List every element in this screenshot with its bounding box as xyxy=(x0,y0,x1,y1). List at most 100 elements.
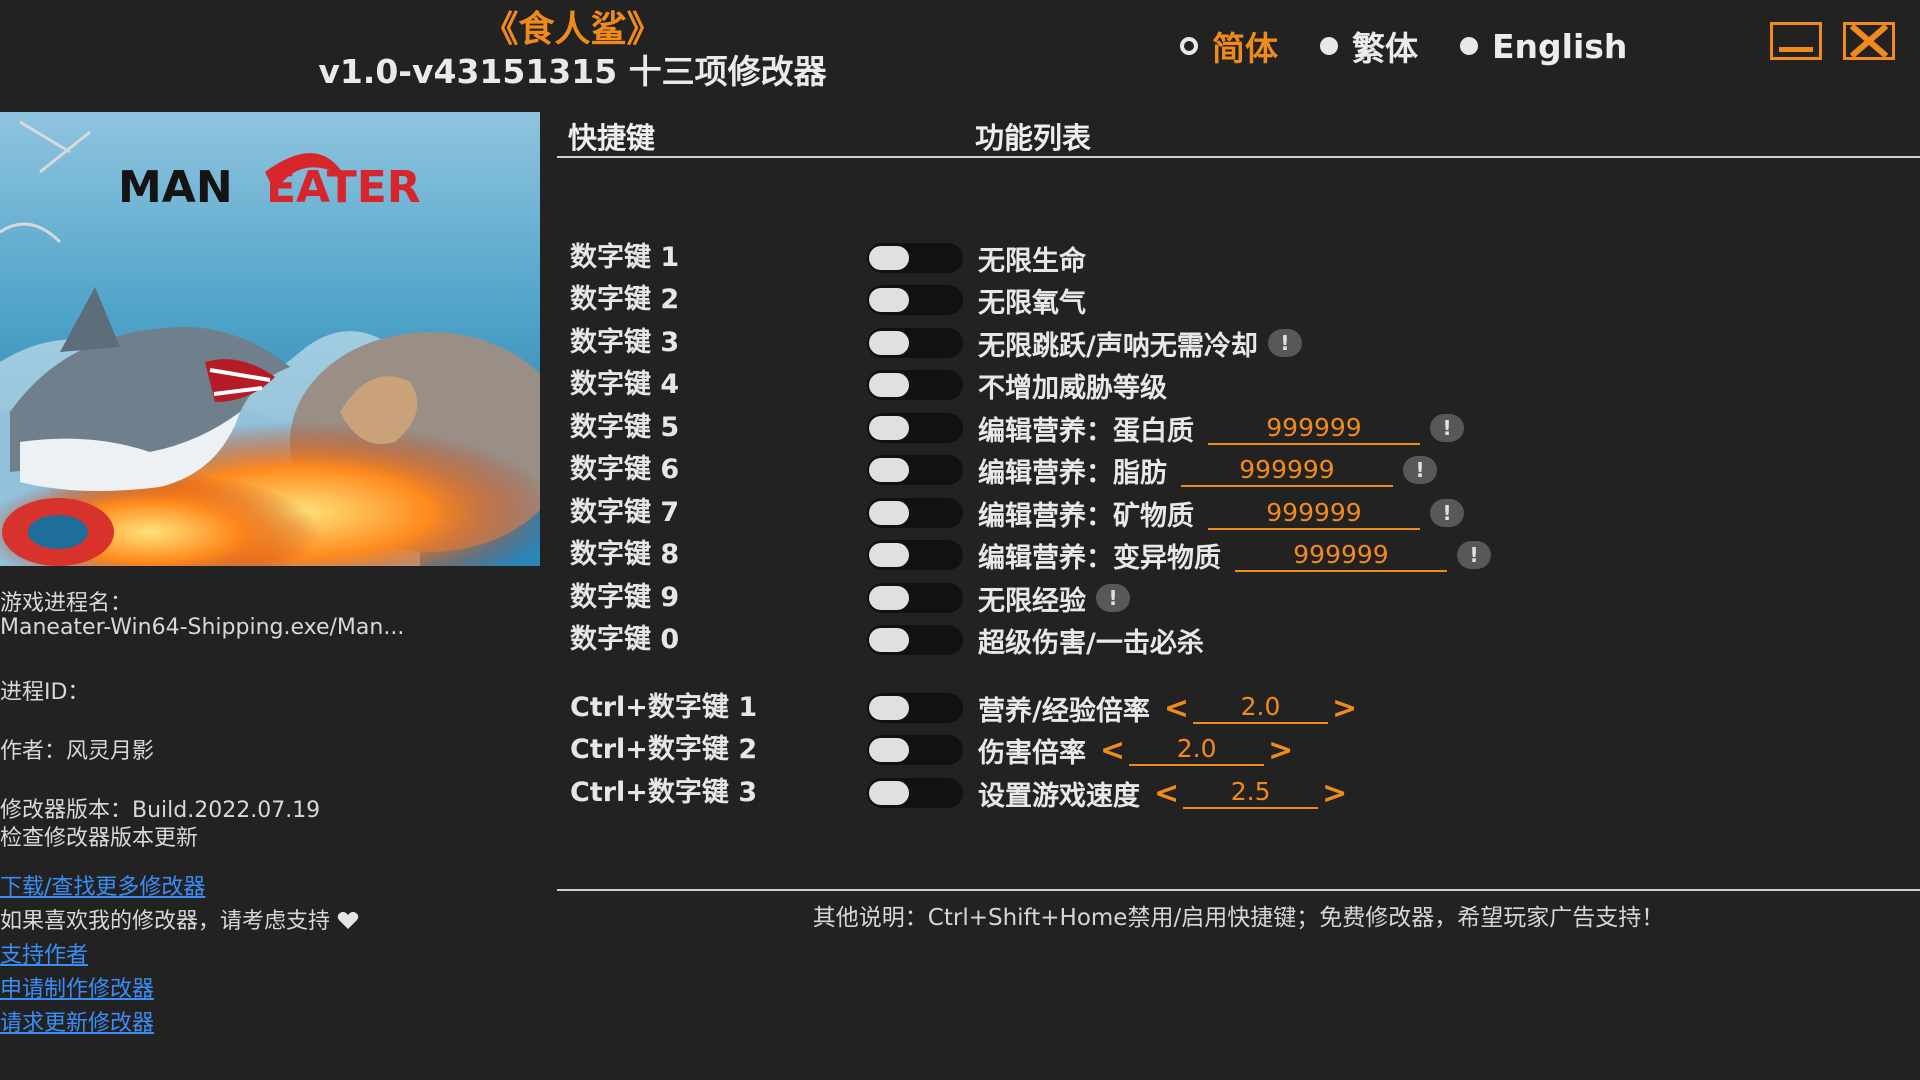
option-row: 数字键 5 编辑营养：蛋白质 ! xyxy=(570,409,1870,447)
stepper-value[interactable]: 2.5 xyxy=(1183,777,1319,809)
option-row: 数字键 7 编辑营养：矿物质 ! xyxy=(570,494,1870,532)
toggle-switch[interactable] xyxy=(867,413,963,443)
toggle-switch[interactable] xyxy=(867,243,963,273)
toggle-switch[interactable] xyxy=(867,540,963,570)
lang-option-english[interactable]: English xyxy=(1460,27,1627,66)
game-cover-image: MAN EATER xyxy=(0,112,540,566)
function-label: 无限氧气 xyxy=(978,287,1086,319)
trainer-version: v1.0-v43151315 十三项修改器 xyxy=(318,52,827,91)
request-update-link[interactable]: 请求更新修改器 xyxy=(0,1005,154,1037)
lang-option-traditional[interactable]: 繁体 xyxy=(1320,22,1418,70)
value-input[interactable] xyxy=(1181,453,1393,487)
option-row: Ctrl+数字键 1 营养/经验倍率 < 2.0 > xyxy=(570,689,1870,727)
lang-label: 简体 xyxy=(1212,29,1278,68)
hotkey-label: 数字键 0 xyxy=(570,624,680,655)
function-label: 无限生命 xyxy=(978,245,1086,277)
game-title: 《食人鲨》 xyxy=(482,9,663,50)
lang-label: 繁体 xyxy=(1352,29,1418,68)
function-label: 无限经验 xyxy=(978,585,1086,617)
toggle-switch[interactable] xyxy=(867,370,963,400)
warning-icon[interactable]: ! xyxy=(1430,414,1464,442)
hotkey-label: 数字键 4 xyxy=(570,369,680,400)
hotkey-column-header: 快捷键 xyxy=(568,121,656,155)
toggle-switch[interactable] xyxy=(867,498,963,528)
hotkey-label: 数字键 5 xyxy=(570,412,680,443)
hotkey-label: 数字键 2 xyxy=(570,284,680,315)
toggle-switch[interactable] xyxy=(867,625,963,655)
toggle-switch[interactable] xyxy=(867,693,963,723)
support-author-link[interactable]: 支持作者 xyxy=(0,937,88,969)
function-label: 编辑营养：变异物质 xyxy=(978,542,1221,574)
warning-icon[interactable]: ! xyxy=(1096,584,1130,612)
option-row: 数字键 2 无限氧气 xyxy=(570,281,1870,319)
hotkey-label: 数字键 1 xyxy=(570,242,680,273)
warning-icon[interactable]: ! xyxy=(1457,541,1491,569)
decrease-arrow-button[interactable]: < xyxy=(1100,733,1125,768)
option-row: 数字键 8 编辑营养：变异物质 ! xyxy=(570,536,1870,574)
minimize-button[interactable] xyxy=(1770,22,1822,60)
process-id-label: 进程ID： xyxy=(0,680,90,705)
author-text: 作者：风灵月影 xyxy=(0,739,155,764)
toggle-switch[interactable] xyxy=(867,583,963,613)
increase-arrow-button[interactable]: > xyxy=(1322,776,1347,811)
hotkey-label: Ctrl+数字键 3 xyxy=(570,777,758,808)
stepper-value[interactable]: 2.0 xyxy=(1193,692,1329,724)
hotkey-label: Ctrl+数字键 2 xyxy=(570,734,758,765)
radio-icon xyxy=(1180,37,1198,55)
option-row: 数字键 4 不增加威胁等级 xyxy=(570,366,1870,404)
toggle-switch[interactable] xyxy=(867,328,963,358)
support-prompt-text: 如果喜欢我的修改器，请考虑支持 xyxy=(0,909,331,934)
hotkey-label: 数字键 7 xyxy=(570,497,680,528)
support-prompt: 如果喜欢我的修改器，请考虑支持 xyxy=(0,903,359,935)
process-name-value: Maneater-Win64-Shipping.exe/Man... xyxy=(0,615,405,640)
decrease-arrow-button[interactable]: < xyxy=(1164,691,1189,726)
header-divider xyxy=(557,156,1920,158)
function-label: 不增加威胁等级 xyxy=(978,372,1167,404)
footer-note: 其他说明：Ctrl+Shift+Home禁用/启用快捷键；免费修改器，希望玩家广… xyxy=(812,905,1665,931)
hotkey-label: 数字键 8 xyxy=(570,539,680,570)
hotkey-label: 数字键 3 xyxy=(570,327,680,358)
function-label: 编辑营养：矿物质 xyxy=(978,500,1194,532)
warning-icon[interactable]: ! xyxy=(1430,499,1464,527)
footer-divider xyxy=(557,889,1920,891)
radio-icon xyxy=(1320,37,1338,55)
function-label: 无限跳跃/声呐无需冷却 xyxy=(978,330,1258,362)
heart-icon xyxy=(337,911,359,929)
toggle-switch[interactable] xyxy=(867,455,963,485)
hotkey-label: 数字键 6 xyxy=(570,454,680,485)
function-column-header: 功能列表 xyxy=(975,121,1092,155)
toggle-switch[interactable] xyxy=(867,285,963,315)
value-input[interactable] xyxy=(1208,496,1420,530)
function-label: 编辑营养：脂肪 xyxy=(978,457,1167,489)
function-label: 营养/经验倍率 xyxy=(978,695,1150,727)
option-row: 数字键 1 无限生命 xyxy=(570,239,1870,277)
stepper-value[interactable]: 2.0 xyxy=(1129,734,1265,766)
radio-icon xyxy=(1460,37,1478,55)
function-label: 伤害倍率 xyxy=(978,737,1086,769)
value-input[interactable] xyxy=(1235,538,1447,572)
function-label: 超级伤害/一击必杀 xyxy=(978,627,1204,659)
lang-label: English xyxy=(1492,26,1628,66)
language-selector: 简体 繁体 English xyxy=(1180,22,1669,70)
process-name-label: 游戏进程名： xyxy=(0,591,133,616)
warning-icon[interactable]: ! xyxy=(1403,456,1437,484)
increase-arrow-button[interactable]: > xyxy=(1332,691,1357,726)
option-row: Ctrl+数字键 2 伤害倍率 < 2.0 > xyxy=(570,731,1870,769)
value-input[interactable] xyxy=(1208,411,1420,445)
hotkey-label: 数字键 9 xyxy=(570,582,680,613)
request-make-link[interactable]: 申请制作修改器 xyxy=(0,971,154,1003)
option-row: Ctrl+数字键 3 设置游戏速度 < 2.5 > xyxy=(570,774,1870,812)
increase-arrow-button[interactable]: > xyxy=(1268,733,1293,768)
toggle-switch[interactable] xyxy=(867,778,963,808)
warning-icon[interactable]: ! xyxy=(1267,329,1302,357)
download-more-link[interactable]: 下载/查找更多修改器 xyxy=(0,869,205,901)
lang-option-simplified[interactable]: 简体 xyxy=(1180,22,1278,70)
decrease-arrow-button[interactable]: < xyxy=(1154,776,1179,811)
minimize-icon xyxy=(1779,47,1813,52)
svg-text:MAN: MAN xyxy=(118,162,233,213)
toggle-switch[interactable] xyxy=(867,735,963,765)
option-row: 数字键 6 编辑营养：脂肪 ! xyxy=(570,451,1870,489)
function-label: 设置游戏速度 xyxy=(978,780,1140,812)
check-update-link[interactable]: 检查修改器版本更新 xyxy=(0,820,198,852)
close-button[interactable] xyxy=(1843,22,1895,60)
